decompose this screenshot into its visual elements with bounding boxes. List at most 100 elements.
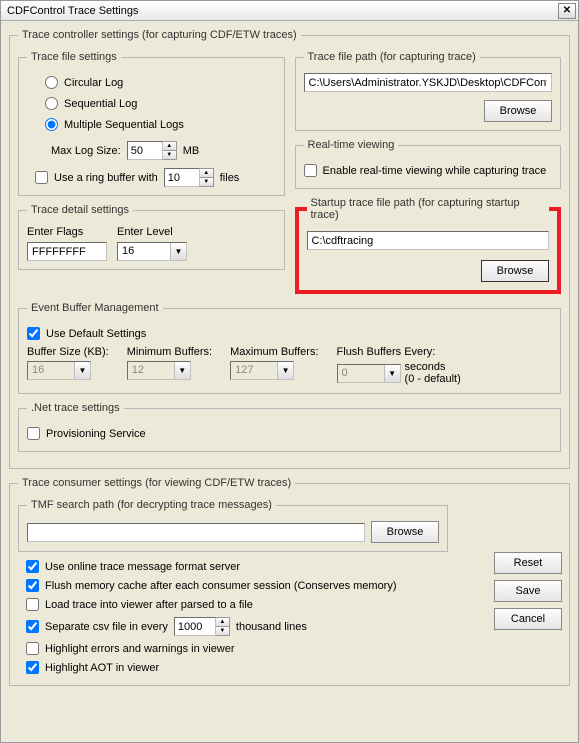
net-trace-legend: .Net trace settings (27, 402, 124, 414)
trace-file-path-legend: Trace file path (for capturing trace) (304, 51, 480, 63)
max-log-unit: MB (183, 145, 200, 157)
online-tmf-row[interactable]: Use online trace message format server (26, 560, 448, 573)
provisioning-label: Provisioning Service (46, 428, 146, 440)
realtime-legend: Real-time viewing (304, 139, 399, 151)
trace-detail-legend: Trace detail settings (27, 204, 133, 216)
radio-sequential-label: Sequential Log (64, 98, 137, 110)
reset-button[interactable]: Reset (494, 552, 562, 574)
realtime-check-row[interactable]: Enable real-time viewing while capturing… (304, 164, 553, 177)
min-buffers-label: Minimum Buffers: (127, 346, 212, 358)
flush-mem-check[interactable] (26, 579, 39, 592)
startup-path-input[interactable] (307, 231, 550, 250)
radio-circular-input[interactable] (45, 76, 58, 89)
enter-level-value: 16 (118, 243, 170, 260)
sep-csv-before: Separate csv file in every (45, 621, 168, 633)
trace-file-path-input[interactable] (304, 73, 553, 92)
use-default-label: Use Default Settings (46, 328, 146, 340)
use-default-check[interactable] (27, 327, 40, 340)
trace-file-settings-legend: Trace file settings (27, 51, 121, 63)
radio-circular-label: Circular Log (64, 77, 123, 89)
radio-sequential-log[interactable]: Sequential Log (45, 97, 276, 110)
enter-flags-input[interactable] (27, 242, 107, 261)
ring-buffer-input[interactable] (164, 168, 200, 187)
tmf-legend: TMF search path (for decrypting trace me… (27, 499, 276, 511)
spin-down-icon[interactable]: ▼ (163, 151, 176, 159)
radio-sequential-input[interactable] (45, 97, 58, 110)
chevron-down-icon: ▼ (384, 365, 400, 382)
ring-buffer-label: Use a ring buffer with (54, 172, 158, 184)
online-tmf-check[interactable] (26, 560, 39, 573)
startup-trace-legend: Startup trace file path (for capturing s… (307, 197, 550, 221)
max-buffers-label: Maximum Buffers: (230, 346, 318, 358)
chevron-down-icon: ▼ (277, 362, 293, 379)
sep-csv-input[interactable] (174, 617, 216, 636)
realtime-check[interactable] (304, 164, 317, 177)
trace-file-settings-group: Trace file settings Circular Log Sequent… (18, 51, 285, 196)
hl-aot-label: Highlight AOT in viewer (45, 662, 159, 674)
buffer-size-label: Buffer Size (KB): (27, 346, 109, 358)
ring-buffer-check[interactable] (35, 171, 48, 184)
buffer-size-select: 16 ▼ (27, 361, 91, 380)
tmf-browse-button[interactable]: Browse (371, 521, 439, 543)
max-log-input[interactable] (127, 141, 163, 160)
sep-csv-spinner[interactable]: ▲▼ (174, 617, 230, 636)
spin-up-icon[interactable]: ▲ (163, 142, 176, 151)
net-trace-group: .Net trace settings Provisioning Service (18, 402, 561, 452)
load-trace-label: Load trace into viewer after parsed to a… (45, 599, 253, 611)
flush-value: 0 (338, 365, 384, 382)
flush-mem-label: Flush memory cache after each consumer s… (45, 580, 397, 592)
trace-consumer-group: Trace consumer settings (for viewing CDF… (9, 477, 570, 686)
min-buffers-value: 12 (128, 362, 174, 379)
hl-errors-row[interactable]: Highlight errors and warnings in viewer (26, 642, 448, 655)
trace-controller-legend: Trace controller settings (for capturing… (18, 29, 301, 41)
load-trace-check[interactable] (26, 598, 39, 611)
trace-controller-group: Trace controller settings (for capturing… (9, 29, 570, 469)
chevron-down-icon[interactable]: ▼ (170, 243, 186, 260)
flush-label: Flush Buffers Every: (337, 346, 461, 358)
save-button[interactable]: Save (494, 580, 562, 602)
startup-browse-button[interactable]: Browse (481, 260, 549, 282)
tmf-group: TMF search path (for decrypting trace me… (18, 499, 448, 552)
dialog-buttons: Reset Save Cancel (494, 552, 562, 630)
buffer-size-value: 16 (28, 362, 74, 379)
trace-consumer-legend: Trace consumer settings (for viewing CDF… (18, 477, 295, 489)
load-trace-row[interactable]: Load trace into viewer after parsed to a… (26, 598, 448, 611)
cancel-button[interactable]: Cancel (494, 608, 562, 630)
max-log-spinner[interactable]: ▲▼ (127, 141, 177, 160)
hl-errors-check[interactable] (26, 642, 39, 655)
spin-up-icon[interactable]: ▲ (216, 618, 229, 627)
radio-multiple-input[interactable] (45, 118, 58, 131)
radio-multiple-log[interactable]: Multiple Sequential Logs (45, 118, 276, 131)
max-buffers-value: 127 (231, 362, 277, 379)
max-log-label: Max Log Size: (51, 145, 121, 157)
enter-flags-label: Enter Flags (27, 226, 107, 238)
startup-trace-group: Startup trace file path (for capturing s… (295, 197, 562, 294)
hl-aot-row[interactable]: Highlight AOT in viewer (26, 661, 448, 674)
enter-level-select[interactable]: 16 ▼ (117, 242, 187, 261)
hl-aot-check[interactable] (26, 661, 39, 674)
spin-up-icon[interactable]: ▲ (200, 169, 213, 178)
trace-detail-group: Trace detail settings Enter Flags Enter … (18, 204, 285, 270)
radio-circular-log[interactable]: Circular Log (45, 76, 276, 89)
provisioning-row[interactable]: Provisioning Service (27, 427, 552, 440)
enter-level-label: Enter Level (117, 226, 187, 238)
spin-down-icon[interactable]: ▼ (200, 178, 213, 186)
radio-multiple-label: Multiple Sequential Logs (64, 119, 184, 131)
provisioning-check[interactable] (27, 427, 40, 440)
chevron-down-icon: ▼ (74, 362, 90, 379)
trace-file-path-group: Trace file path (for capturing trace) Br… (295, 51, 562, 131)
hl-errors-label: Highlight errors and warnings in viewer (45, 643, 235, 655)
tmf-input[interactable] (27, 523, 365, 542)
spin-down-icon[interactable]: ▼ (216, 627, 229, 635)
chevron-down-icon: ▼ (174, 362, 190, 379)
flush-mem-row[interactable]: Flush memory cache after each consumer s… (26, 579, 448, 592)
client-area: Trace controller settings (for capturing… (1, 21, 578, 702)
title-bar: CDFControl Trace Settings ✕ (1, 1, 578, 21)
flush-unit2: (0 - default) (405, 373, 461, 385)
close-button[interactable]: ✕ (558, 3, 576, 19)
sep-csv-check[interactable] (26, 620, 39, 633)
sep-csv-after: thousand lines (236, 621, 307, 633)
ring-buffer-spinner[interactable]: ▲▼ (164, 168, 214, 187)
use-default-row[interactable]: Use Default Settings (27, 327, 552, 340)
trace-path-browse-button[interactable]: Browse (484, 100, 552, 122)
